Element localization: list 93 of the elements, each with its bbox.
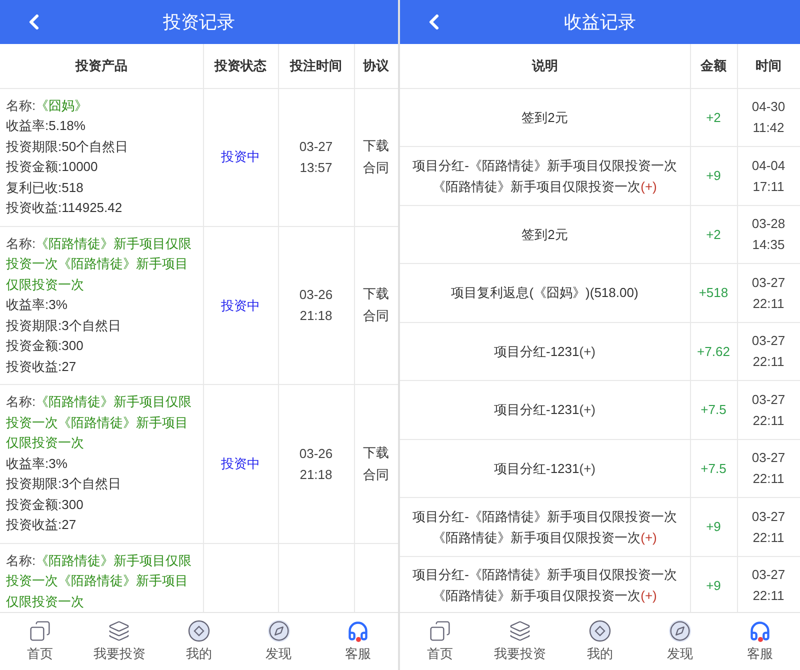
description-text: 项目分红-《陌路情徒》新手项目仅限投资一次《陌路情徒》新手项目仅限投资一次(+) <box>412 567 677 604</box>
product-name: 名称:《陌路情徒》新手项目仅限投资一次《陌路情徒》新手项目仅限投资一次 <box>6 393 193 452</box>
date-text: 03-27 <box>750 332 786 350</box>
column-header: 投注时间 <box>278 44 354 88</box>
time-text: 22:11 <box>752 294 786 313</box>
time-text: 21:18 <box>298 466 334 484</box>
tab-item[interactable]: 发现 <box>640 613 720 670</box>
date-text: 03-27 <box>750 390 786 409</box>
amount-text: +2 <box>706 226 721 242</box>
description-text: 项目分红-《陌路情徒》新手项目仅限投资一次《陌路情徒》新手项目仅限投资一次(+) <box>412 158 677 194</box>
date-text: 03-27 <box>750 274 786 292</box>
page-title: 投资记录 <box>163 10 235 34</box>
product-detail: 投资金额:10000 <box>6 158 99 176</box>
product-name: 名称:《陌路情徒》新手项目仅限投资一次《陌路情徒》新手项目仅限投资一次 <box>6 552 193 610</box>
time-text: 22:11 <box>752 587 786 606</box>
tab-item[interactable]: 客服 <box>318 613 398 670</box>
product-detail: 投资金额:300 <box>6 337 84 355</box>
time-text: 13:57 <box>298 159 334 177</box>
date-text: 03-26 <box>298 286 334 304</box>
tab-item[interactable]: 我要投资 <box>80 613 160 670</box>
date-text: 03-27 <box>298 138 334 156</box>
date-text: 03-27 <box>750 449 786 468</box>
status-text: 投资中 <box>221 298 260 312</box>
time-text: 11:42 <box>752 119 786 138</box>
column-header: 说明 <box>400 44 690 88</box>
status-text: 投资中 <box>221 149 260 164</box>
amount-text: +9 <box>706 519 721 534</box>
date-text: 04-04 <box>750 156 786 175</box>
tab-item[interactable]: 发现 <box>238 613 318 670</box>
date-text: 03-27 <box>750 566 786 584</box>
amount-text: +7.5 <box>700 460 726 476</box>
squares-icon <box>28 620 51 642</box>
time-text: 17:11 <box>752 178 786 196</box>
description-text: 项目分红-1231(+) <box>494 402 596 418</box>
status-text: 投资中 <box>221 456 260 471</box>
time-text: 21:18 <box>298 307 334 326</box>
tab-item[interactable]: 首页 <box>0 613 80 670</box>
product-detail: 复利已收:518 <box>6 178 84 196</box>
compass-icon <box>268 620 290 642</box>
product-detail: 投资期限:3个自然日 <box>6 475 122 493</box>
tab-item[interactable]: 我要投资 <box>480 613 560 670</box>
headset-icon <box>749 620 771 642</box>
compass-icon <box>669 620 691 642</box>
headset-icon <box>347 620 370 642</box>
amount-text: +2 <box>706 110 721 124</box>
date-text: 03-27 <box>750 508 786 526</box>
product-detail: 收益率:5.18% <box>6 117 86 135</box>
tab-item[interactable]: 首页 <box>400 613 480 670</box>
download-contract-link[interactable]: 下载合同 <box>360 442 392 486</box>
layers-icon <box>509 620 531 642</box>
amount-text: +9 <box>706 578 721 592</box>
column-header: 金额 <box>690 44 737 88</box>
tab-item[interactable]: 客服 <box>720 613 800 670</box>
amount-text: +7.62 <box>697 344 730 358</box>
product-detail: 投资金额:300 <box>6 496 84 514</box>
product-detail: 投资收益:27 <box>6 516 78 534</box>
diamond-circle-icon <box>589 620 611 642</box>
description-text: 项目分红-《陌路情徒》新手项目仅限投资一次《陌路情徒》新手项目仅限投资一次(+) <box>412 508 677 545</box>
product-name: 名称:《囧妈》 <box>6 96 89 114</box>
time-text: 14:35 <box>751 236 786 254</box>
amount-text: +9 <box>706 168 721 183</box>
description-text: 项目复利返息(《囧妈》)(518.00) <box>451 285 638 300</box>
description-text: 签到2元 <box>522 226 568 242</box>
time-text: 22:11 <box>752 528 786 547</box>
date-text: 04-30 <box>750 98 786 116</box>
tab-item[interactable]: 我的 <box>159 613 239 670</box>
time-text: 22:11 <box>752 470 786 488</box>
diamond-circle-icon <box>188 620 210 642</box>
column-header: 投资状态 <box>203 44 278 88</box>
date-text: 03-28 <box>750 215 786 234</box>
amount-text: +7.5 <box>700 402 726 417</box>
date-text: 03-26 <box>298 444 334 463</box>
time-text: 22:11 <box>752 353 786 372</box>
page-title: 收益记录 <box>564 10 636 34</box>
product-detail: 投资期限:3个自然日 <box>6 316 122 334</box>
product-detail: 投资收益:114925.42 <box>6 199 124 217</box>
product-detail: 投资收益:27 <box>6 358 78 376</box>
product-name: 名称:《陌路情徒》新手项目仅限投资一次《陌路情徒》新手项目仅限投资一次 <box>6 234 193 294</box>
download-contract-link[interactable]: 下载合同 <box>360 135 392 179</box>
time-text: 22:11 <box>752 412 786 430</box>
description-text: 签到2元 <box>522 110 568 125</box>
product-detail: 收益率:3% <box>6 454 68 472</box>
layers-icon <box>108 620 130 642</box>
description-text: 项目分红-1231(+) <box>494 344 596 359</box>
tab-item[interactable]: 我的 <box>560 613 640 670</box>
amount-text: +518 <box>698 285 728 300</box>
column-header: 时间 <box>737 44 800 88</box>
description-text: 项目分红-1231(+) <box>494 460 596 476</box>
squares-icon <box>429 620 451 642</box>
product-detail: 收益率:3% <box>6 296 68 314</box>
product-detail: 投资期限:50个自然日 <box>6 138 130 156</box>
download-contract-link[interactable]: 下载合同 <box>360 283 392 328</box>
column-header: 投资产品 <box>0 44 203 88</box>
